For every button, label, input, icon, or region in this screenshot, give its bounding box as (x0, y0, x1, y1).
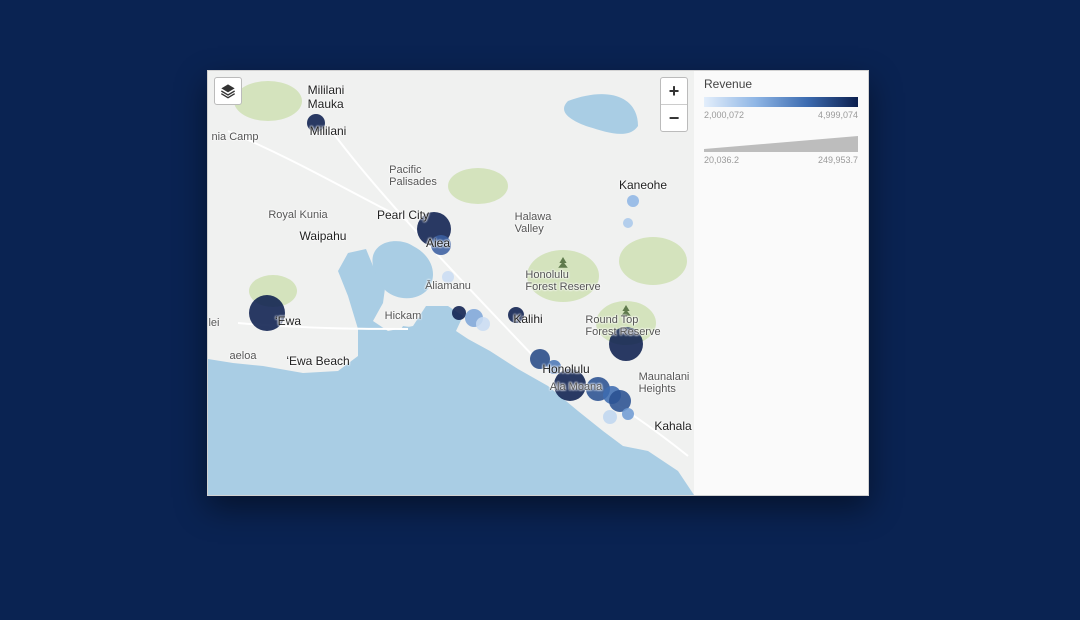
data-bubble[interactable] (442, 271, 454, 283)
legend-pane: Revenue 2,000,072 4,999,074 20,036.2 249… (694, 71, 868, 495)
legend-color-min: 2,000,072 (704, 110, 744, 120)
data-bubble[interactable] (307, 114, 325, 132)
legend-size-min: 20,036.2 (704, 155, 739, 165)
layers-icon (220, 83, 236, 99)
data-bubble[interactable] (609, 327, 643, 361)
map-pane[interactable]: + − MililaniMaukaMililaninia CampPacific… (208, 71, 695, 495)
legend-size-max: 249,953.7 (818, 155, 858, 165)
data-bubble[interactable] (627, 195, 639, 207)
data-bubble[interactable] (431, 235, 451, 255)
layers-button[interactable] (214, 77, 242, 105)
data-bubble[interactable] (623, 218, 633, 228)
basemap (208, 71, 694, 495)
legend-title: Revenue (704, 77, 858, 91)
legend-size-ramp (704, 134, 858, 152)
zoom-in-button[interactable]: + (661, 78, 687, 105)
data-bubble[interactable] (508, 307, 524, 323)
data-bubble[interactable] (476, 317, 490, 331)
data-bubble[interactable] (249, 295, 285, 331)
data-bubble[interactable] (554, 369, 586, 401)
tree-icon (557, 257, 569, 269)
zoom-control: + − (660, 77, 688, 132)
legend-color-ramp (704, 97, 858, 107)
data-bubble[interactable] (452, 306, 466, 320)
zoom-out-button[interactable]: − (661, 105, 687, 131)
map-card: + − MililaniMaukaMililaninia CampPacific… (207, 70, 869, 496)
legend-color-max: 4,999,074 (818, 110, 858, 120)
data-bubble[interactable] (603, 410, 617, 424)
data-bubble[interactable] (622, 408, 634, 420)
tree-icon (620, 305, 632, 317)
